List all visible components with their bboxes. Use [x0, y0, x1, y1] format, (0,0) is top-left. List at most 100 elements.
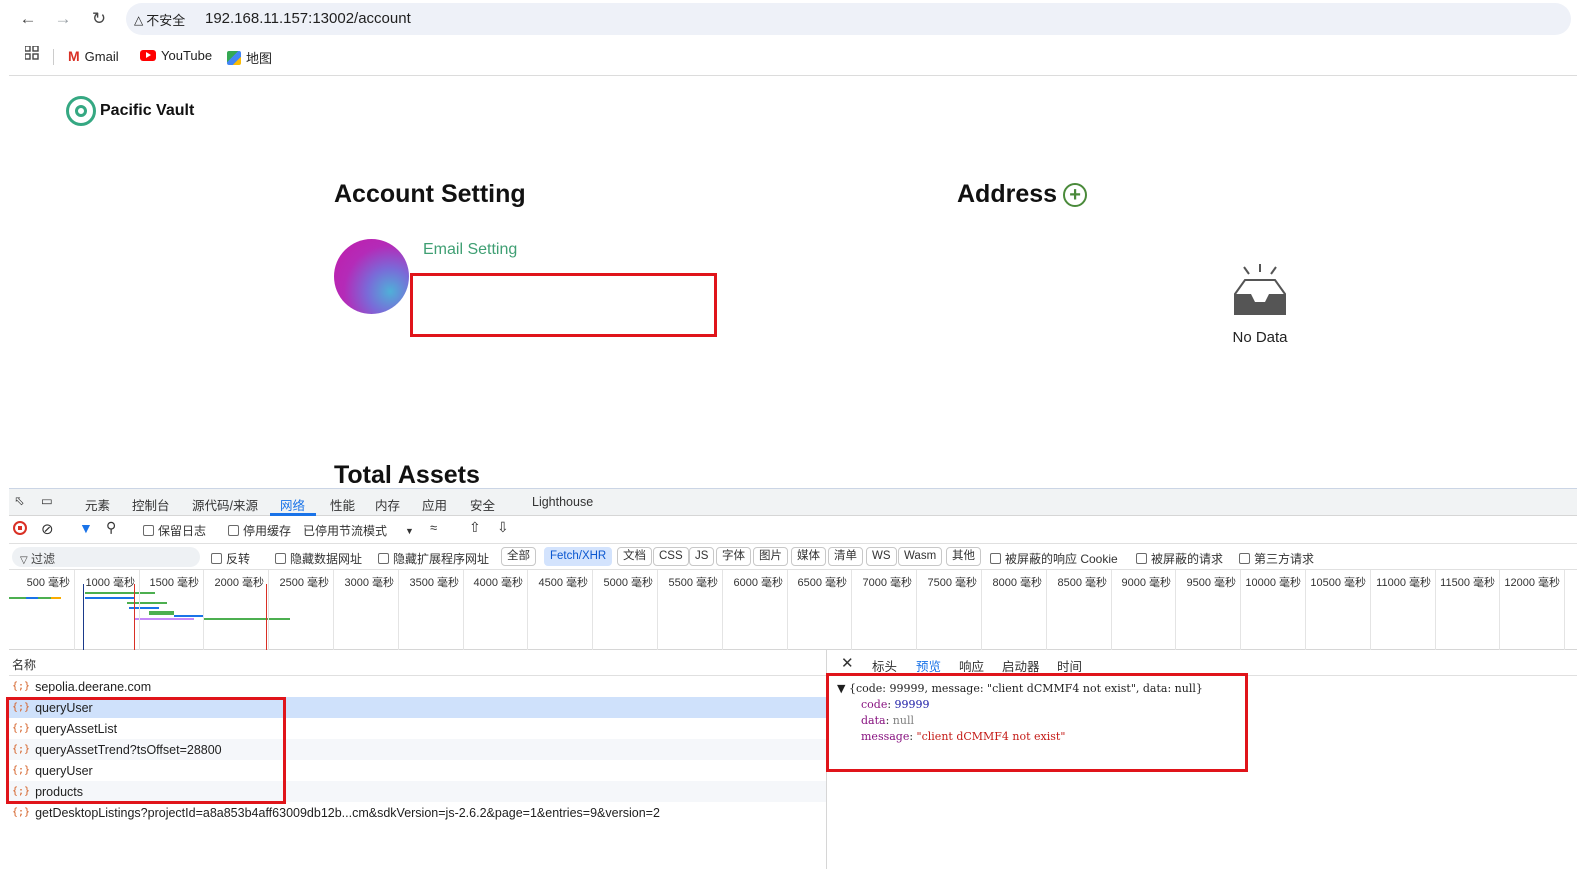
timeline-gridline — [657, 570, 658, 650]
throttle-select[interactable]: 已停用节流模式 ▼ — [303, 522, 414, 539]
reload-icon[interactable]: ↻ — [88, 8, 110, 30]
blocked-requests-checkbox[interactable]: 被屏蔽的请求 — [1136, 550, 1223, 567]
request-row[interactable]: {;} getDesktopListings?projectId=a8a853b4… — [9, 802, 826, 823]
close-icon[interactable]: ✕ — [841, 654, 854, 672]
type-chip-img[interactable]: 图片 — [753, 547, 788, 566]
pacific-vault-logo-icon — [66, 96, 96, 126]
url-text[interactable]: 192.168.11.157:13002/account — [205, 10, 411, 27]
warning-icon: △ — [134, 12, 144, 27]
inspect-element-icon[interactable]: ⬁ — [14, 493, 24, 508]
timeline-gridline — [851, 570, 852, 650]
tab-performance[interactable]: 性能 — [330, 495, 355, 514]
timeline-bar — [174, 615, 204, 617]
disable-cache-checkbox[interactable]: 停用缓存 — [228, 522, 291, 539]
timeline-tick-label: 11000 毫秒 — [1376, 577, 1431, 589]
clear-icon[interactable]: ⊘ — [41, 520, 54, 538]
address-section-title: Address + — [957, 180, 1088, 209]
timeline-tick-label: 3000 毫秒 — [344, 577, 394, 589]
type-chip-manifest[interactable]: 清单 — [828, 547, 863, 566]
search-icon[interactable]: ⚲ — [106, 519, 116, 536]
tab-security[interactable]: 安全 — [470, 495, 495, 514]
blocked-cookies-checkbox[interactable]: 被屏蔽的响应 Cookie — [990, 550, 1118, 567]
youtube-icon — [140, 50, 156, 61]
funnel-icon: ▽ — [20, 555, 28, 566]
hide-data-urls-checkbox[interactable]: 隐藏数据网址 — [275, 550, 362, 567]
name-column-header[interactable]: 名称 — [9, 650, 826, 676]
maps-icon — [227, 50, 241, 65]
email-setting-label[interactable]: Email Setting — [423, 241, 517, 259]
security-indicator[interactable]: △ 不安全 — [134, 10, 185, 29]
load-event-line — [266, 584, 267, 650]
avatar — [334, 239, 409, 314]
highlight-box-email — [410, 273, 717, 337]
timeline-gridline — [1240, 570, 1241, 650]
timeline-tick-label: 9000 毫秒 — [1121, 577, 1171, 589]
type-chip-css[interactable]: CSS — [653, 547, 689, 566]
apps-grid-icon[interactable] — [25, 46, 39, 60]
preserve-log-checkbox[interactable]: 保留日志 — [143, 522, 206, 539]
bookmark-youtube[interactable]: YouTube — [140, 48, 212, 63]
load-event-line — [134, 584, 135, 650]
address-bar[interactable]: △ 不安全 192.168.11.157:13002/account — [126, 3, 1571, 35]
tab-lighthouse[interactable]: Lighthouse — [532, 495, 593, 509]
xhr-icon: {;} — [12, 681, 31, 692]
tab-sources[interactable]: 源代码/来源 — [192, 495, 258, 514]
timeline-bar — [85, 592, 155, 594]
timeline-gridline — [1111, 570, 1112, 650]
record-stop-icon[interactable] — [13, 521, 27, 535]
timeline-gridline — [1435, 570, 1436, 650]
tab-application[interactable]: 应用 — [422, 495, 447, 514]
back-arrow-icon[interactable]: ← — [17, 8, 39, 30]
network-toolbar: ⊘ ▼ ⚲ 保留日志 停用缓存 已停用节流模式 ▼ ≈ ⇧ ⇩ — [9, 516, 1577, 544]
type-chip-doc[interactable]: 文档 — [617, 547, 652, 566]
timeline-tick-label: 8000 毫秒 — [992, 577, 1042, 589]
type-chip-all[interactable]: 全部 — [501, 547, 536, 566]
type-chip-media[interactable]: 媒体 — [791, 547, 826, 566]
filter-input[interactable]: ▽ 过滤 — [12, 547, 200, 567]
add-address-plus-icon[interactable]: + — [1063, 183, 1088, 208]
timeline-tick-label: 10500 毫秒 — [1310, 577, 1366, 589]
timeline-gridline — [1564, 570, 1565, 650]
timeline-bar — [127, 602, 167, 604]
timeline-tick-label: 4000 毫秒 — [473, 577, 523, 589]
timeline-gridline — [398, 570, 399, 650]
brand-logo[interactable]: Pacific Vault — [66, 96, 194, 126]
tab-console[interactable]: 控制台 — [132, 495, 170, 514]
devtools-tabbar: ⬁ ▭ 元素 控制台 源代码/来源 网络 性能 内存 应用 安全 Lightho… — [9, 489, 1577, 516]
timeline-bar — [204, 618, 290, 620]
type-chip-other[interactable]: 其他 — [946, 547, 981, 566]
timeline-gridline — [463, 570, 464, 650]
timeline-bar — [134, 618, 194, 620]
type-chip-wasm[interactable]: Wasm — [898, 547, 943, 566]
hide-extension-urls-checkbox[interactable]: 隐藏扩展程序网址 — [378, 550, 489, 567]
type-chip-font[interactable]: 字体 — [716, 547, 751, 566]
filter-icon[interactable]: ▼ — [79, 520, 93, 536]
dom-content-loaded-line — [83, 584, 84, 650]
tab-elements[interactable]: 元素 — [85, 495, 110, 514]
timeline-tick-label: 3500 毫秒 — [409, 577, 459, 589]
upload-icon[interactable]: ⇧ — [469, 519, 481, 536]
highlight-box-preview — [826, 673, 1248, 772]
network-conditions-icon[interactable]: ≈ — [430, 520, 437, 535]
tab-network[interactable]: 网络 — [280, 495, 305, 514]
type-chip-js[interactable]: JS — [689, 547, 715, 566]
forward-arrow-icon[interactable]: → — [52, 8, 74, 30]
tab-memory[interactable]: 内存 — [375, 495, 400, 514]
bookmark-divider — [53, 49, 54, 65]
device-toggle-icon[interactable]: ▭ — [41, 493, 53, 508]
timeline-gridline — [74, 570, 75, 650]
bookmark-gmail[interactable]: M Gmail — [68, 48, 119, 64]
type-chip-fetch-xhr[interactable]: Fetch/XHR — [544, 547, 613, 566]
timeline-gridline — [916, 570, 917, 650]
invert-checkbox[interactable]: 反转 — [211, 550, 250, 567]
empty-inbox-icon — [1234, 264, 1286, 315]
timeline-bar — [149, 611, 174, 615]
third-party-checkbox[interactable]: 第三方请求 — [1239, 550, 1314, 567]
network-timeline[interactable]: 500 毫秒 1000 毫秒 1500 毫秒 2000 毫秒 2500 毫秒 3000 毫… — [9, 570, 1577, 650]
download-icon[interactable]: ⇩ — [497, 519, 509, 536]
request-row[interactable]: {;} sepolia.deerane.com — [9, 676, 826, 697]
bookmark-maps[interactable]: 地图 — [227, 48, 272, 67]
type-chip-ws[interactable]: WS — [866, 547, 897, 566]
timeline-gridline — [333, 570, 334, 650]
timeline-bar — [26, 597, 38, 599]
